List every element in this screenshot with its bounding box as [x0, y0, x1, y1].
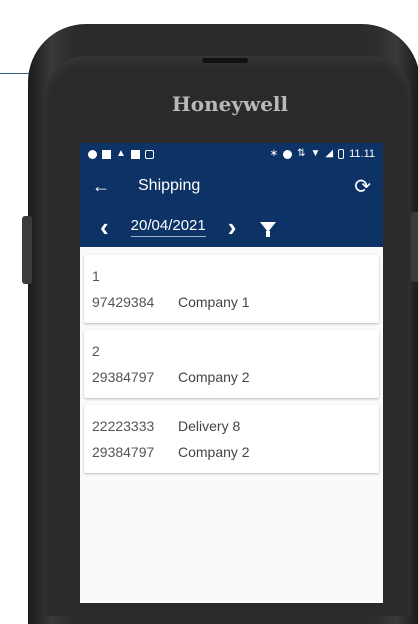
battery-icon	[338, 149, 345, 159]
item-number: 2	[92, 343, 100, 359]
list-item[interactable]: 22223333 Delivery 8 29384797 Company 2	[84, 405, 379, 473]
bluetooth-icon: ∗	[269, 148, 279, 159]
notification-icon	[88, 149, 97, 159]
item-company: Company 2	[178, 444, 250, 460]
screen: ▲ ∗ ⇅ ▼ ◢ 11.11 ← Shipping ⟳ ‹ 20/04/202…	[80, 143, 383, 603]
wifi-icon: ▼	[310, 148, 321, 159]
side-button-left	[22, 216, 32, 284]
data-icon: ⇅	[297, 148, 306, 159]
item-number: 29384797	[92, 369, 155, 385]
status-bar: ▲ ∗ ⇅ ▼ ◢ 11.11	[80, 143, 383, 165]
item-number: 97429384	[92, 294, 155, 310]
list-item[interactable]: 2 29384797 Company 2	[84, 330, 379, 398]
next-date-button[interactable]: ›	[228, 214, 237, 240]
refresh-icon[interactable]: ⟳	[354, 174, 371, 199]
filter-icon[interactable]	[260, 222, 277, 237]
item-company: Company 1	[178, 294, 250, 310]
no-signal-icon: ◢	[325, 148, 334, 159]
do-not-disturb-icon	[283, 149, 293, 159]
item-company: Company 2	[178, 369, 250, 385]
shipment-list: 1 97429384 Company 1 2 29384797 Company …	[80, 247, 383, 473]
clock: 11.11	[349, 148, 375, 160]
date-field[interactable]: 20/04/2021	[130, 217, 206, 237]
item-number: 29384797	[92, 444, 155, 460]
side-button-right	[411, 212, 418, 282]
calendar-icon	[144, 149, 154, 159]
item-number: 22223333	[92, 418, 155, 434]
speaker-grille	[202, 58, 248, 63]
back-arrow-icon[interactable]: ←	[92, 176, 122, 197]
brand-logo: Honeywell	[171, 92, 289, 116]
date-navigator: ‹ 20/04/2021 ›	[80, 207, 383, 247]
page-title: Shipping	[138, 177, 201, 194]
item-label: Delivery 8	[178, 418, 241, 434]
app-bar: ← Shipping ⟳	[80, 165, 383, 207]
previous-date-button[interactable]: ‹	[100, 214, 109, 240]
item-number: 1	[92, 268, 100, 284]
list-item[interactable]: 1 97429384 Company 1	[84, 255, 379, 323]
android-icon: ▲	[116, 148, 126, 159]
gallery-icon	[102, 149, 111, 159]
square-icon	[130, 149, 140, 159]
